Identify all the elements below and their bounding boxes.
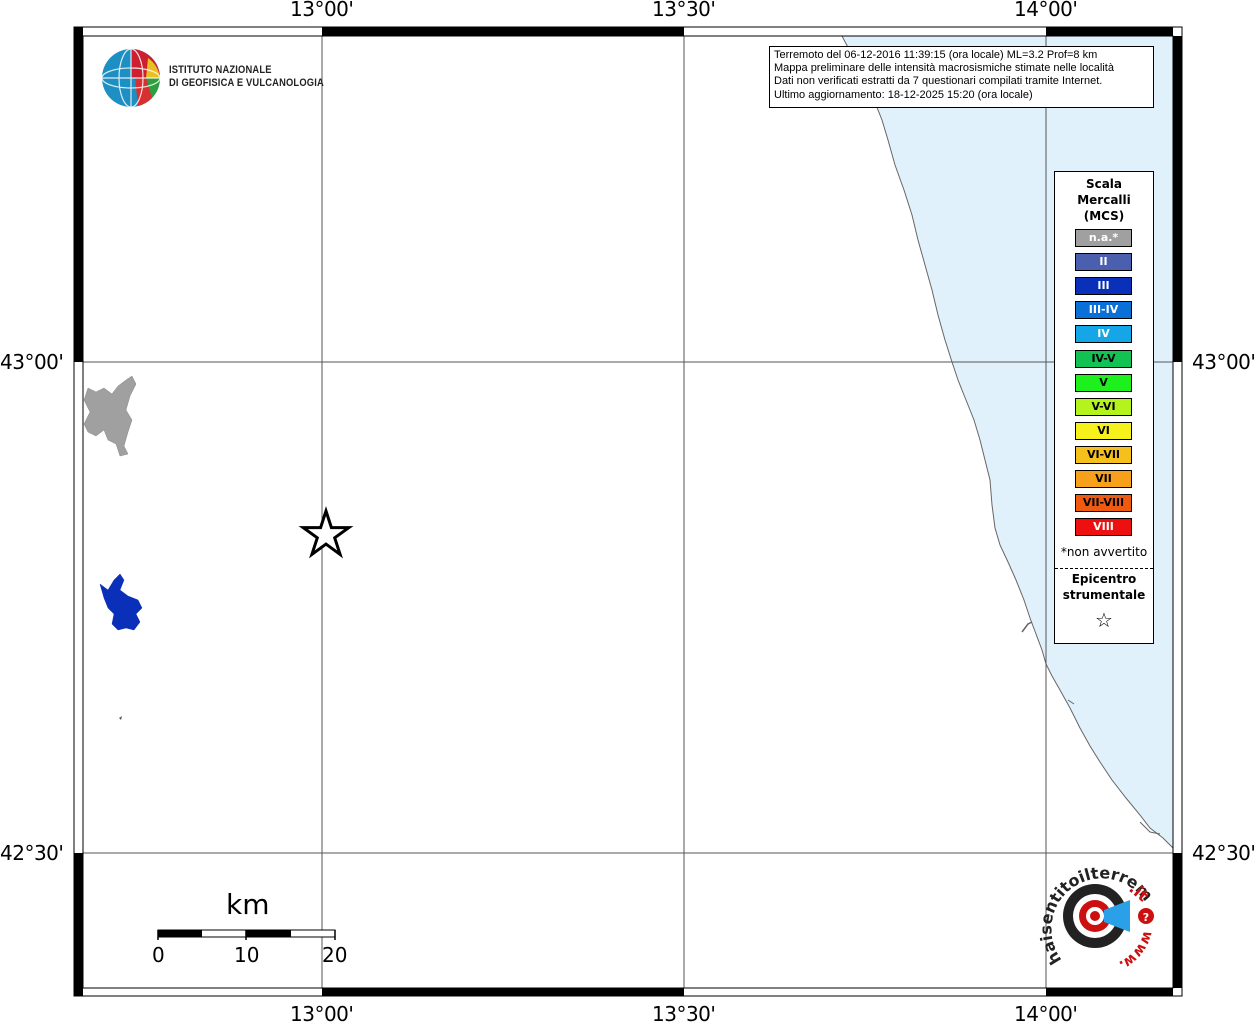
not-felt-note: *non avvertito bbox=[1060, 545, 1148, 559]
legend-swatch: II bbox=[1075, 253, 1132, 272]
lon-label-bottom: 13°30' bbox=[652, 1002, 716, 1026]
lon-label-bottom: 13°00' bbox=[290, 1002, 354, 1026]
legend-swatch: V bbox=[1075, 373, 1132, 392]
ingv-logo-icon bbox=[101, 48, 161, 108]
brand-text: haisentitoilterremoto www. .it bbox=[1030, 850, 1157, 973]
legend-swatch: V-VI bbox=[1075, 397, 1132, 416]
epicenter-star bbox=[298, 506, 354, 559]
info-line: Ultimo aggiornamento: 18-12-2025 15:20 (… bbox=[774, 88, 1033, 101]
logo-line: DI GEOFISICA E VULCANOLOGIA bbox=[169, 77, 324, 89]
info-line: Mappa preliminare delle intensità macros… bbox=[774, 62, 1114, 75]
epicenter-title: Epicentro bbox=[1071, 572, 1137, 586]
lat-label-left: 43°00' bbox=[0, 350, 64, 374]
lon-label-top: 13°30' bbox=[652, 0, 716, 21]
legend-swatch: III bbox=[1075, 277, 1132, 296]
scale-tick-label: 10 bbox=[234, 943, 260, 967]
legend-swatch: VI bbox=[1075, 421, 1132, 440]
brand-www-text: www. bbox=[1116, 929, 1156, 973]
legend-swatch: VI-VII bbox=[1075, 445, 1132, 464]
ingv-logo-text: ISTITUTO NAZIONALE DI GEOFISICA E VULCAN… bbox=[169, 64, 324, 90]
legend-swatch: IV bbox=[1075, 325, 1132, 344]
lon-label-bottom: 14°00' bbox=[1014, 1002, 1078, 1026]
legend-title: Scala bbox=[1085, 177, 1123, 191]
legend-swatch: VIII bbox=[1075, 518, 1132, 537]
legend-swatch: n.a.* bbox=[1075, 229, 1132, 247]
logo-line: ISTITUTO NAZIONALE bbox=[169, 64, 272, 76]
coast-detail bbox=[1021, 621, 1033, 633]
legend-swatch: III-IV bbox=[1075, 301, 1132, 320]
info-line: Dati non verificati estratti da 7 questi… bbox=[774, 75, 1103, 88]
lon-label-top: 14°00' bbox=[1014, 0, 1078, 21]
info-line: Terremoto del 06-12-2016 11:39:15 (ora l… bbox=[774, 49, 1098, 61]
scale-tick-label: 20 bbox=[322, 943, 348, 967]
legend-swatch: IV-V bbox=[1075, 349, 1132, 368]
legend-divider bbox=[1055, 568, 1153, 569]
lat-label-left: 42°30' bbox=[0, 841, 64, 865]
event-info-box: Terremoto del 06-12-2016 11:39:15 (ora l… bbox=[769, 46, 1154, 108]
scale-bar bbox=[157, 929, 336, 940]
lake-grey bbox=[83, 375, 137, 457]
legend-title: Mercalli bbox=[1077, 193, 1131, 207]
svg-text:www.: www. bbox=[1116, 929, 1156, 973]
legend-title: (MCS) bbox=[1083, 209, 1125, 223]
scale-unit: km bbox=[226, 888, 270, 921]
epicenter-title: strumentale bbox=[1062, 588, 1146, 602]
epicenter-star-icon: ☆ bbox=[1095, 608, 1113, 632]
lake-blue bbox=[99, 573, 143, 631]
lon-label-top: 13°00' bbox=[290, 0, 354, 21]
intensity-legend: Scala Mercalli (MCS) n.a.* II III III-IV IV I… bbox=[1054, 171, 1154, 644]
legend-swatch: VII bbox=[1075, 470, 1132, 488]
legend-swatch: VII-VIII bbox=[1075, 494, 1132, 513]
scale-tick-label: 0 bbox=[152, 943, 165, 967]
lat-label-right: 42°30' bbox=[1192, 841, 1256, 865]
small-dot bbox=[119, 716, 122, 720]
lat-label-right: 43°00' bbox=[1192, 350, 1256, 374]
